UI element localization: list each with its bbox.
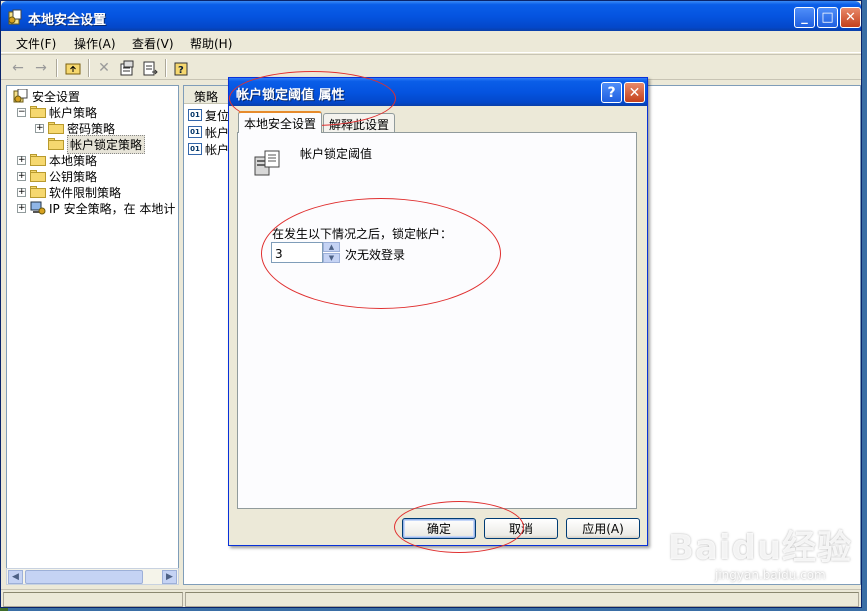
folder-icon [30, 154, 46, 166]
tree-item-ip-security[interactable]: + IP 安全策略，在 本地计 [17, 200, 175, 216]
security-settings-icon [13, 89, 28, 103]
tree-item-security-settings[interactable]: 安全设置 [13, 88, 80, 104]
lockout-threshold-label: 在发生以下情况之后，锁定帐户： [272, 227, 453, 241]
expand-icon[interactable]: + [17, 155, 26, 165]
expand-icon[interactable]: + [17, 171, 26, 181]
collapse-icon[interactable]: − [17, 107, 26, 117]
tree-item-software-restriction[interactable]: + 软件限制策略 [17, 184, 121, 200]
invalid-logon-unit: 次无效登录 [345, 248, 406, 262]
scroll-left-icon[interactable]: ◀ [8, 570, 23, 584]
list-item-label: 复位 [205, 108, 230, 123]
up-folder-icon[interactable] [64, 59, 82, 77]
scroll-thumb[interactable] [25, 570, 143, 584]
server-policy-icon [254, 150, 280, 176]
tab-explain-setting[interactable]: 解释此设置 [323, 113, 396, 132]
ip-security-icon [30, 201, 46, 215]
window-title: 本地安全设置 [28, 13, 107, 28]
tree-item-label: IP 安全策略，在 本地计 [49, 201, 176, 216]
expand-icon[interactable]: + [17, 187, 26, 197]
toolbar-separator [88, 59, 90, 77]
svg-text:?: ? [178, 65, 184, 76]
spin-up-icon[interactable]: ▲ [323, 242, 340, 252]
column-header-policy[interactable]: 策略 [184, 86, 234, 104]
folder-icon [30, 170, 46, 182]
forward-icon[interactable]: → [32, 59, 50, 77]
dialog-help-button[interactable]: ? [601, 82, 622, 103]
expand-icon[interactable]: + [17, 203, 26, 213]
tree-item-label: 软件限制策略 [49, 185, 122, 200]
folder-icon [48, 138, 64, 150]
tree-item-label: 帐户策略 [49, 105, 98, 120]
help-icon[interactable]: ? [172, 59, 190, 77]
watermark-brand: Baidu经验 [668, 528, 853, 568]
list-item[interactable]: 01 复位 [188, 107, 229, 123]
tab-panel: 帐户锁定阈值 在发生以下情况之后，锁定帐户： ▲ ▼ 次无效登录 [237, 132, 637, 509]
minimize-button[interactable]: _ [794, 7, 815, 28]
expand-icon[interactable]: + [35, 123, 44, 133]
list-item-label: 帐户 [205, 142, 230, 157]
maximize-button[interactable]: □ [817, 7, 838, 28]
tree-pane: 安全设置 − 帐户策略 + 密码策略 帐户锁定策略 + 本地策略 + 公钥策略 … [6, 85, 179, 585]
security-settings-icon [8, 9, 22, 25]
folder-icon [30, 186, 46, 198]
list-item[interactable]: 01 帐户 [188, 124, 229, 140]
lockout-threshold-input[interactable] [271, 242, 323, 263]
status-segment [3, 592, 183, 607]
properties-dialog: 帐户锁定阈值 属性 ? ✕ 本地安全设置 解释此设置 帐户锁定阈值 在发生以下情… [228, 77, 648, 546]
tree-item-label: 本地策略 [49, 153, 98, 168]
toolbar-separator [56, 59, 58, 77]
statusbar [1, 589, 861, 608]
scroll-right-icon[interactable]: ▶ [162, 570, 177, 584]
ok-button[interactable]: 确定 [402, 518, 476, 539]
tree-item-label: 公钥策略 [49, 169, 98, 184]
list-item[interactable]: 01 帐户 [188, 141, 229, 157]
menu-action[interactable]: 操作(A) [74, 35, 116, 52]
close-button[interactable]: ✕ [840, 7, 861, 28]
tree-item-account-policies[interactable]: − 帐户策略 [17, 104, 97, 120]
cancel-button[interactable]: 取消 [484, 518, 558, 539]
properties-icon[interactable] [118, 59, 136, 77]
dialog-titlebar[interactable]: 帐户锁定阈值 属性 ? ✕ [229, 78, 647, 106]
back-icon[interactable]: ← [9, 59, 27, 77]
window-titlebar[interactable]: 本地安全设置 _ □ ✕ [1, 1, 861, 31]
policy-icon: 01 [188, 143, 202, 155]
tree-item-public-key-policies[interactable]: + 公钥策略 [17, 168, 97, 184]
delete-icon[interactable]: ✕ [95, 59, 113, 77]
dialog-close-button[interactable]: ✕ [624, 82, 645, 103]
tree-horizontal-scrollbar[interactable]: ◀ ▶ [6, 568, 179, 585]
export-icon[interactable] [141, 59, 159, 77]
setting-heading: 帐户锁定阈值 [300, 147, 373, 161]
dialog-title: 帐户锁定阈值 属性 [236, 88, 345, 103]
tab-local-security-setting[interactable]: 本地安全设置 [238, 111, 323, 133]
tree-item-account-lockout-policy[interactable]: 帐户锁定策略 [48, 134, 146, 154]
menu-view[interactable]: 查看(V) [132, 35, 174, 52]
folder-icon [48, 122, 64, 134]
apply-button[interactable]: 应用(A) [566, 518, 640, 539]
menubar: 文件(F) 操作(A) 查看(V) 帮助(H) [1, 31, 861, 53]
menu-file[interactable]: 文件(F) [16, 35, 56, 52]
spin-down-icon[interactable]: ▼ [323, 253, 340, 263]
tree-item-label: 安全设置 [32, 89, 81, 104]
list-item-label: 帐户 [205, 125, 230, 140]
menu-help[interactable]: 帮助(H) [190, 35, 232, 52]
status-segment [185, 592, 859, 607]
folder-icon [30, 106, 46, 118]
toolbar-separator [165, 59, 167, 77]
policy-icon: 01 [188, 109, 202, 121]
watermark-url: jingyan.baidu.com [715, 568, 826, 582]
policy-icon: 01 [188, 126, 202, 138]
tree-item-local-policies[interactable]: + 本地策略 [17, 152, 97, 168]
